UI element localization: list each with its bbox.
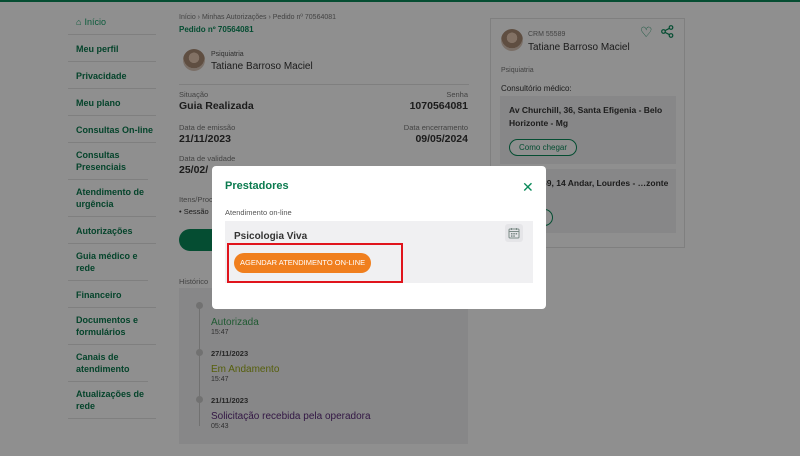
prestadores-modal: Prestadores ✕ Atendimento on-line Psicol… (212, 166, 546, 309)
highlight-box (227, 243, 403, 283)
calendar-icon[interactable] (505, 224, 523, 242)
close-icon[interactable]: ✕ (522, 180, 534, 194)
provider-name: Psicologia Viva (234, 231, 308, 242)
modal-title: Prestadores (225, 180, 289, 192)
modal-subtitle: Atendimento on-line (225, 208, 292, 217)
calendar-icon-svg (508, 228, 520, 239)
